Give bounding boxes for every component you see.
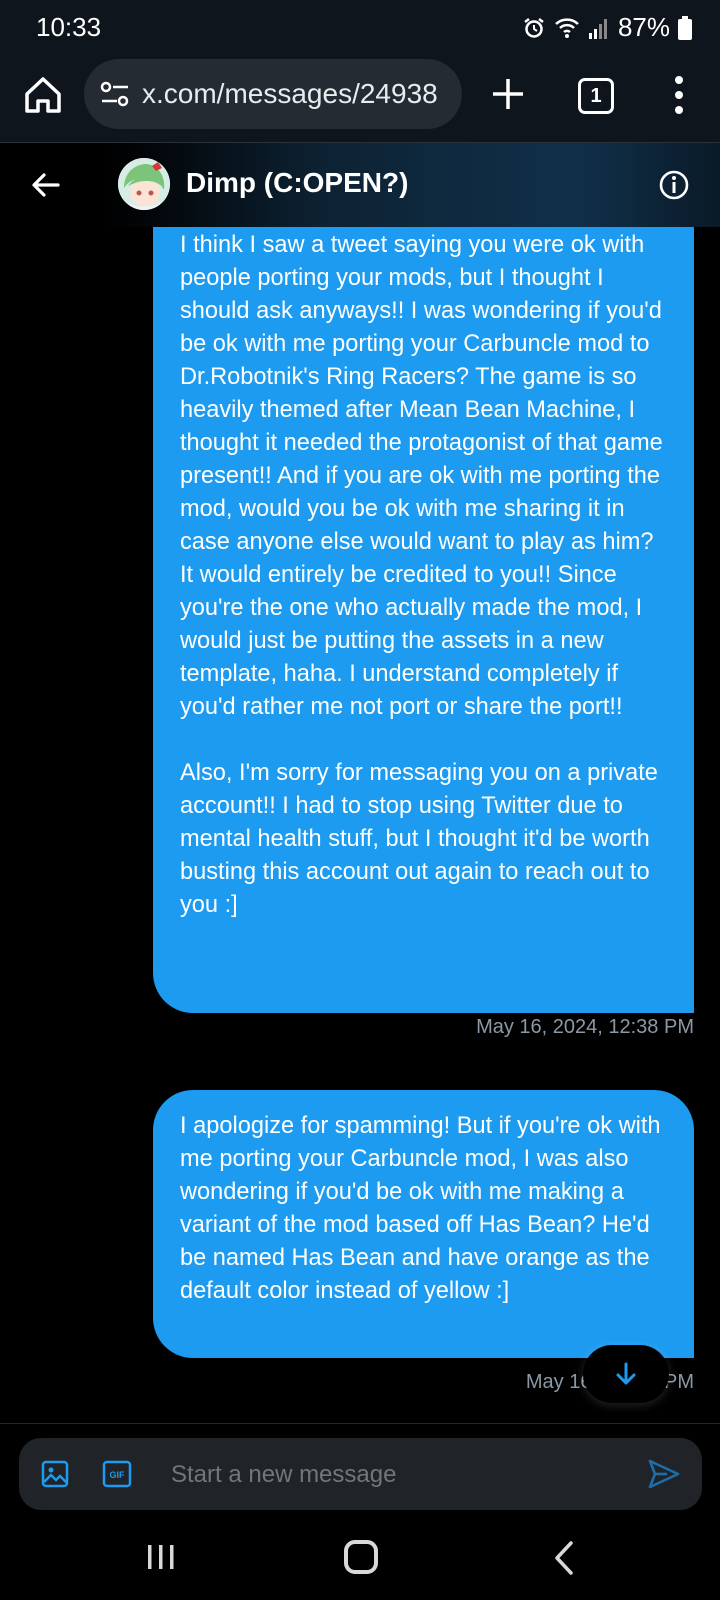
more-options-icon[interactable] — [664, 72, 694, 118]
message-composer: GIF — [19, 1438, 702, 1510]
url-text: x.com/messages/24938 — [142, 78, 438, 109]
browser-toolbar: x.com/messages/24938 1 — [0, 52, 720, 143]
status-icons: 87% — [522, 12, 692, 43]
conversation-title[interactable]: Dimp (C:OPEN?) — [186, 167, 408, 199]
signal-icon — [588, 18, 607, 39]
system-home-icon[interactable] — [344, 1540, 378, 1574]
send-icon[interactable] — [647, 1458, 681, 1490]
composer-area: GIF — [0, 1423, 720, 1517]
scroll-to-bottom-button[interactable] — [583, 1345, 669, 1403]
status-time: 10:33 — [36, 12, 102, 42]
message-input[interactable] — [169, 1452, 633, 1498]
image-icon[interactable] — [41, 1460, 69, 1488]
recent-apps-icon[interactable] — [146, 1542, 176, 1572]
message-bubble[interactable]: I think I saw a tweet saying you were ok… — [153, 227, 694, 1013]
conversation-header: Dimp (C:OPEN?) — [0, 143, 720, 227]
home-icon[interactable] — [22, 74, 64, 116]
system-back-icon[interactable] — [552, 1540, 576, 1576]
battery-icon — [678, 15, 692, 40]
battery-percentage: 87% — [617, 12, 670, 42]
message-text: Also, I'm sorry for messaging you on a p… — [180, 760, 658, 918]
message-timestamp: May 16, 2024, 12:38 PM — [476, 1016, 694, 1038]
message-bubble[interactable]: I apologize for spamming! But if you're … — [153, 1090, 694, 1358]
tab-switcher-button[interactable]: 1 — [578, 78, 614, 114]
message-list[interactable]: I think I saw a tweet saying you were ok… — [0, 227, 720, 1423]
status-bar: 10:33 87% — [0, 0, 720, 52]
back-arrow-icon[interactable] — [28, 167, 64, 203]
message-text: I think I saw a tweet saying you were ok… — [180, 232, 663, 720]
system-navigation-bar — [0, 1516, 720, 1600]
new-tab-icon[interactable] — [488, 74, 528, 114]
site-settings-icon[interactable] — [98, 77, 132, 111]
arrow-down-icon — [616, 1362, 636, 1385]
avatar[interactable] — [118, 158, 170, 210]
anime-avatar-icon — [118, 158, 170, 210]
address-bar[interactable]: x.com/messages/24938 — [84, 59, 462, 129]
info-icon[interactable] — [658, 169, 690, 201]
wifi-icon — [555, 17, 579, 38]
svg-text:GIF: GIF — [110, 1470, 126, 1480]
alarm-icon — [524, 17, 544, 38]
gif-icon[interactable]: GIF — [102, 1460, 132, 1488]
message-text: I apologize for spamming! But if you're … — [180, 1113, 661, 1304]
